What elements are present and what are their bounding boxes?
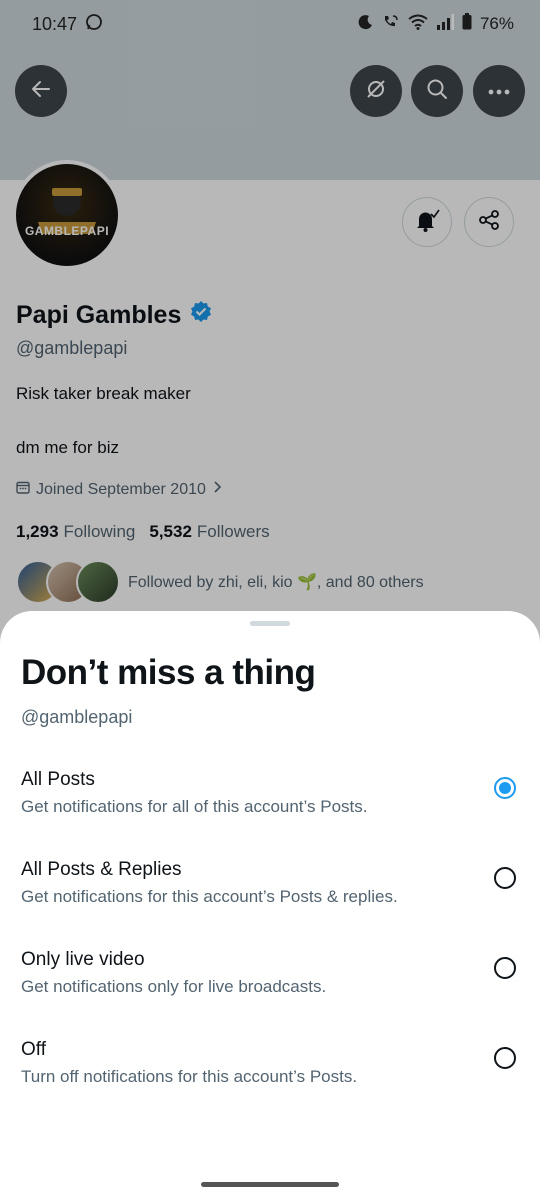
radio-only-live-video[interactable] bbox=[494, 957, 516, 979]
option-all-posts[interactable]: All Posts Get notifications for all of t… bbox=[0, 769, 540, 849]
option-description: Get notifications only for live broadcas… bbox=[21, 977, 327, 996]
option-all-posts-replies[interactable]: All Posts & Replies Get notifications fo… bbox=[0, 859, 540, 939]
option-label: Only live video bbox=[21, 949, 145, 970]
option-label: All Posts & Replies bbox=[21, 859, 182, 880]
signal-icon bbox=[436, 13, 454, 35]
wifi-call-icon bbox=[382, 14, 400, 35]
radio-off[interactable] bbox=[494, 1047, 516, 1069]
option-description: Get notifications for all of this accoun… bbox=[21, 797, 368, 816]
option-off[interactable]: Off Turn off notifications for this acco… bbox=[0, 1039, 540, 1119]
status-time: 10:47 bbox=[32, 13, 78, 34]
notification-settings-sheet: Don’t miss a thing @gamblepapi All Posts… bbox=[0, 611, 540, 1200]
sheet-drag-handle[interactable] bbox=[250, 621, 290, 626]
option-label: All Posts bbox=[21, 769, 95, 790]
option-only-live-video[interactable]: Only live video Get notifications only f… bbox=[0, 949, 540, 1029]
battery-percent: 76% bbox=[479, 14, 514, 33]
option-description: Get notifications for this account’s Pos… bbox=[21, 887, 398, 906]
status-bar: 10:47 76% bbox=[0, 0, 540, 48]
option-label: Off bbox=[21, 1039, 46, 1060]
option-description: Turn off notifications for this account’… bbox=[21, 1067, 358, 1086]
radio-all-posts-replies[interactable] bbox=[494, 867, 516, 889]
sheet-title: Don’t miss a thing bbox=[21, 653, 316, 692]
whatsapp-icon bbox=[85, 13, 103, 36]
wifi-icon bbox=[408, 14, 428, 35]
sheet-handle: @gamblepapi bbox=[21, 707, 133, 727]
battery-icon bbox=[462, 13, 472, 35]
moon-icon bbox=[358, 14, 374, 35]
radio-all-posts[interactable] bbox=[494, 777, 516, 799]
gesture-home-bar[interactable] bbox=[201, 1182, 339, 1187]
